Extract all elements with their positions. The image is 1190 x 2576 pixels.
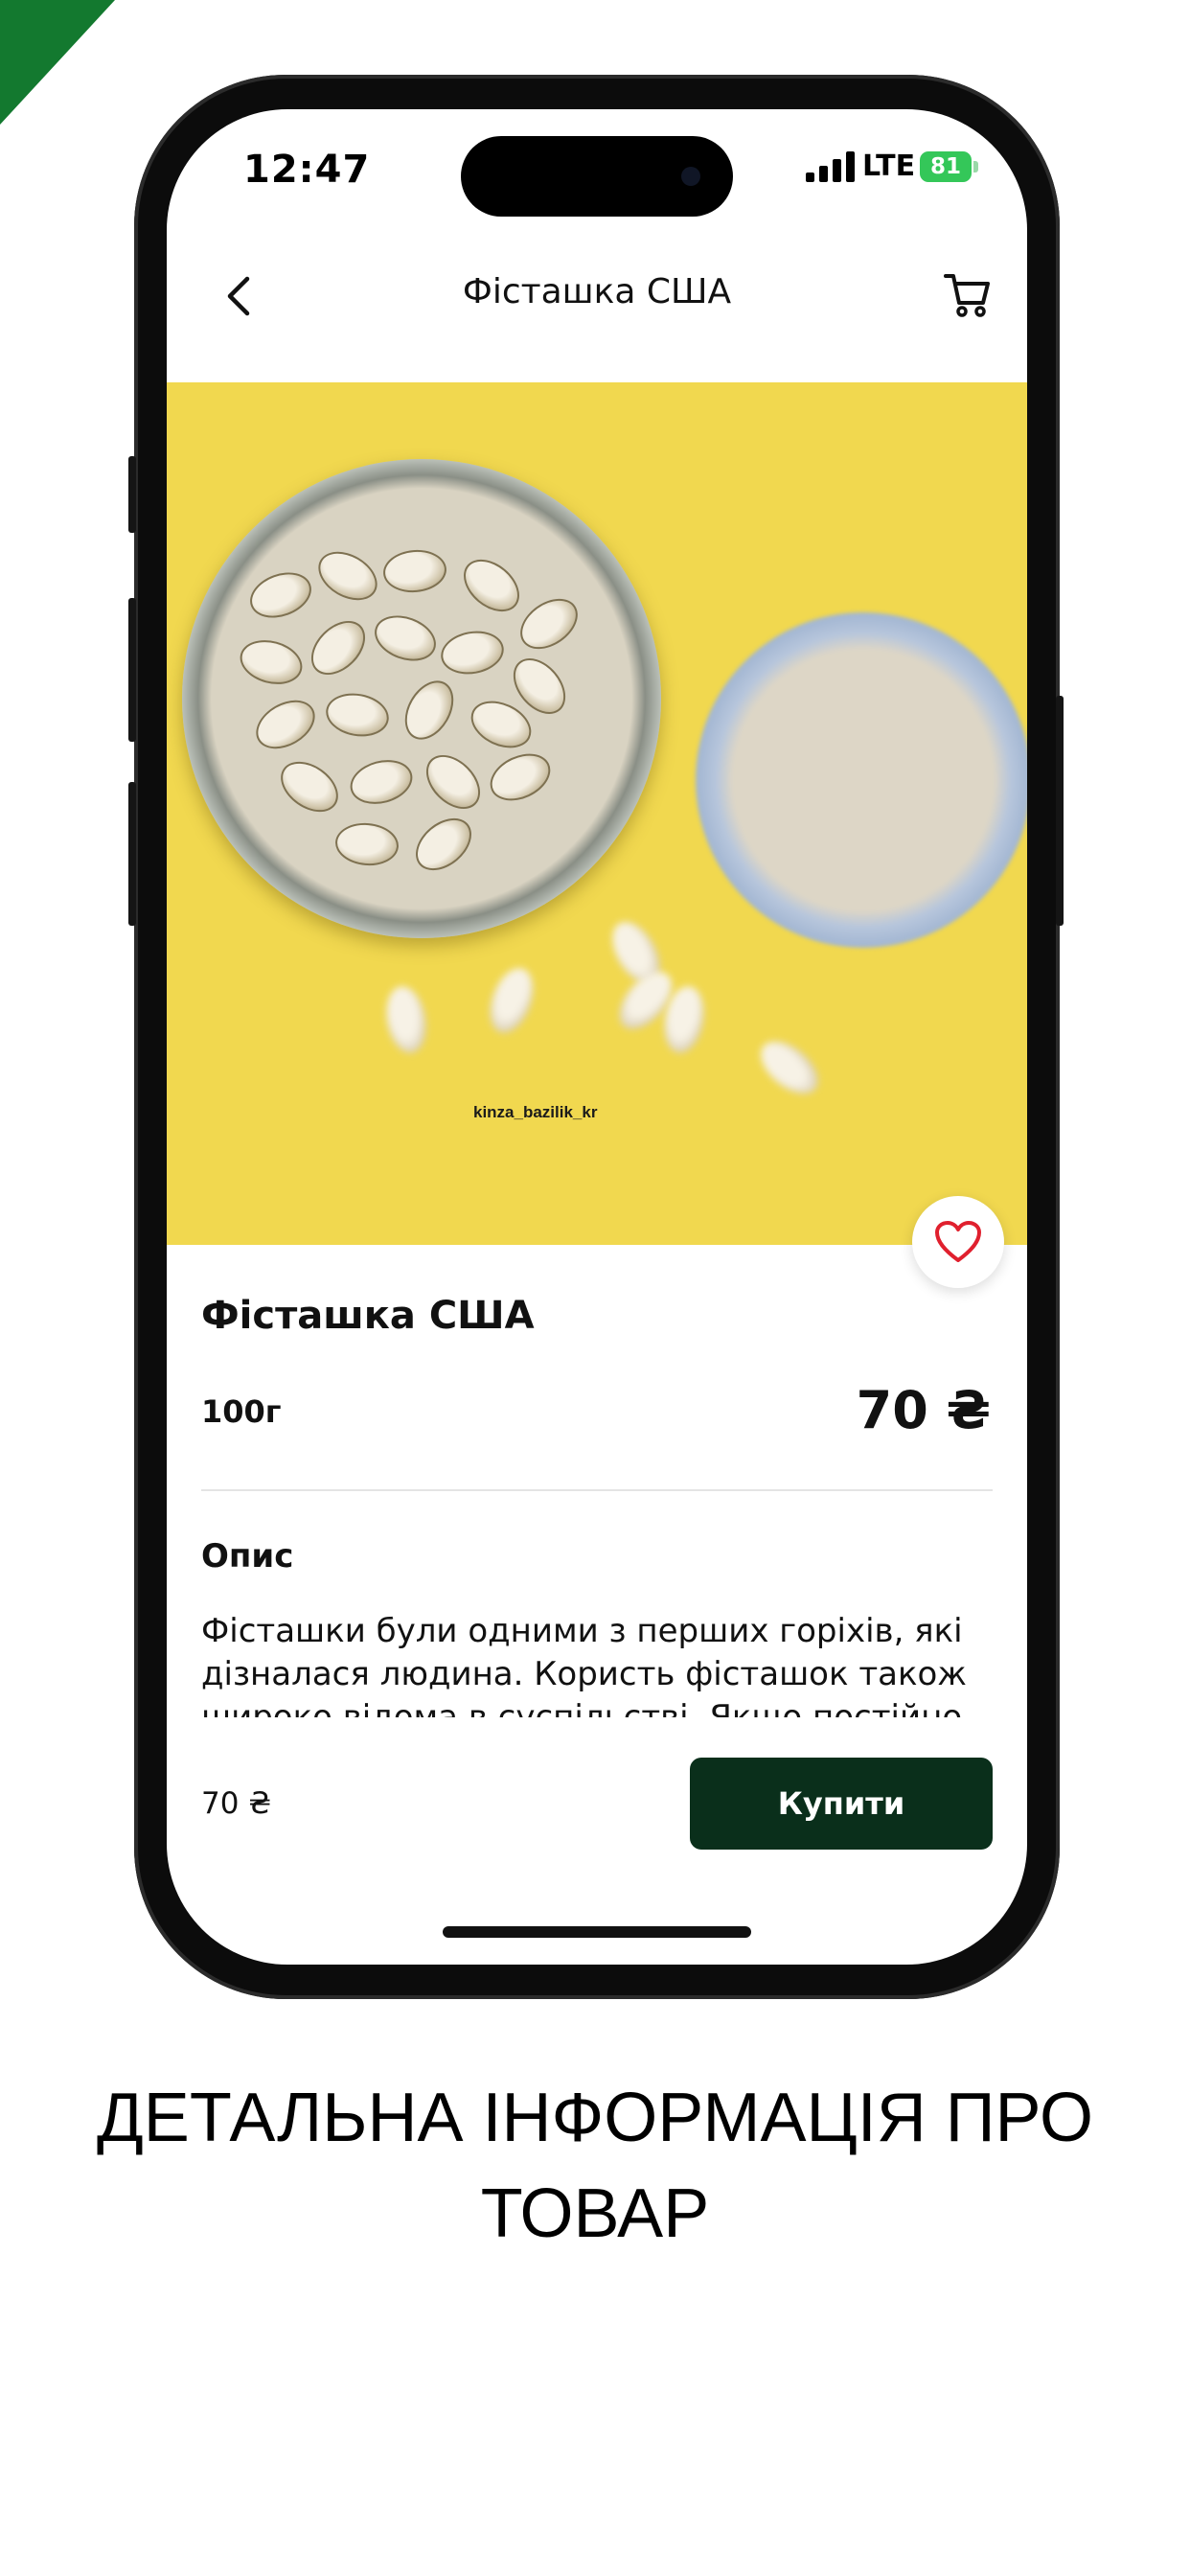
status-bar: 12:47 LTE 81 bbox=[167, 109, 1027, 234]
phone-frame: 12:47 LTE 81 Фісташка США kinza_bazilik_… bbox=[128, 75, 1064, 1999]
phone-screen: 12:47 LTE 81 Фісташка США kinza_bazilik_… bbox=[167, 109, 1027, 1965]
network-label: LTE bbox=[862, 150, 916, 183]
jar-image bbox=[182, 459, 661, 938]
product-weight: 100г bbox=[201, 1393, 282, 1430]
divider bbox=[201, 1489, 993, 1491]
battery-icon: 81 bbox=[920, 151, 972, 182]
signal-icon bbox=[806, 151, 855, 182]
cart-button[interactable] bbox=[933, 261, 1002, 330]
page-title: Фісташка США bbox=[462, 272, 732, 311]
camera-icon bbox=[681, 167, 700, 186]
corner-accent bbox=[0, 0, 115, 125]
status-time: 12:47 bbox=[243, 148, 371, 192]
description-heading: Опис bbox=[201, 1537, 294, 1576]
product-title: Фісташка США bbox=[201, 1294, 535, 1338]
image-watermark: kinza_bazilik_kr bbox=[473, 1103, 598, 1121]
product-price: 70 ₴ bbox=[856, 1380, 991, 1440]
product-description: Фісташки були одними з перших горіхів, я… bbox=[201, 1612, 967, 1717]
home-indicator[interactable] bbox=[443, 1926, 751, 1938]
favorite-button[interactable] bbox=[912, 1196, 1004, 1288]
caption-line-1: ДЕТАЛЬНА ІНФОРМАЦІЯ ПРО bbox=[97, 2080, 1093, 2156]
heart-icon bbox=[935, 1221, 981, 1262]
volume-down-button bbox=[128, 782, 136, 926]
buy-button[interactable]: Купити bbox=[690, 1758, 993, 1850]
power-button bbox=[1056, 696, 1064, 926]
product-image: kinza_bazilik_kr bbox=[167, 382, 1027, 1245]
promo-caption: ДЕТАЛЬНА ІНФОРМАЦІЯ ПРО ТОВАР bbox=[0, 2070, 1190, 2262]
bowl-image bbox=[696, 612, 1027, 948]
top-nav: Фісташка США bbox=[167, 234, 1027, 360]
volume-up-button bbox=[128, 598, 136, 742]
dynamic-island bbox=[461, 136, 733, 217]
bottom-price: 70 ₴ bbox=[201, 1786, 272, 1821]
battery-cap bbox=[973, 161, 978, 172]
caption-line-2: ТОВАР bbox=[480, 2175, 710, 2252]
action-button bbox=[128, 456, 136, 533]
cart-icon bbox=[944, 274, 990, 317]
